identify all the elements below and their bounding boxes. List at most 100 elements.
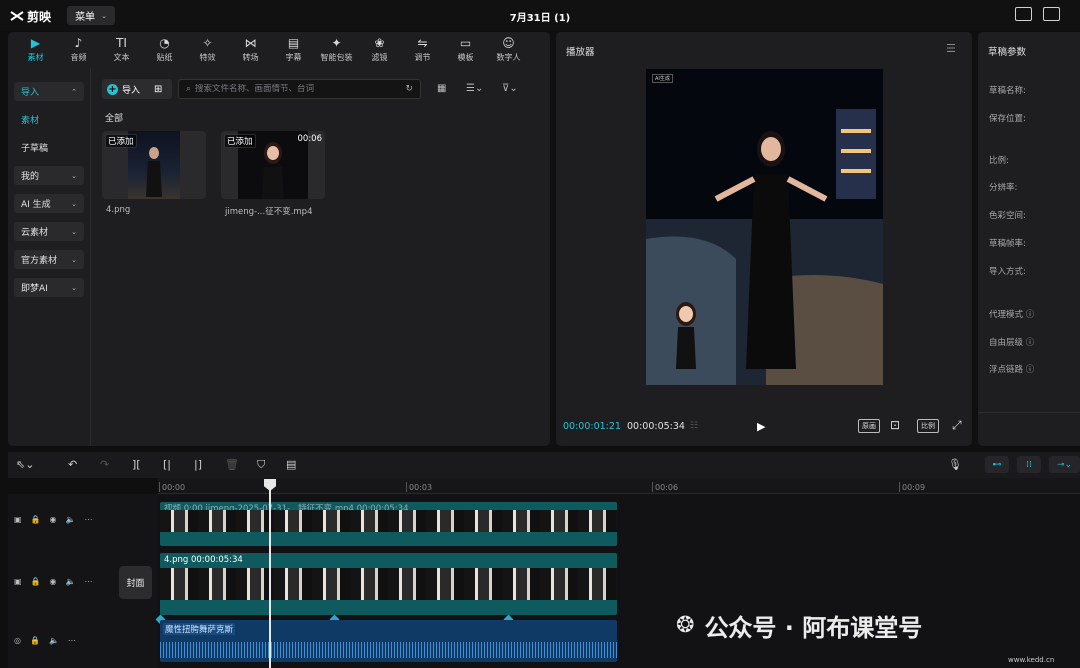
sidebar-item-1[interactable]: 素材 — [14, 110, 84, 129]
tab-0[interactable]: ▶ 素材 — [14, 32, 57, 68]
sidebar-item-7[interactable]: 即梦AI ⌄ — [14, 278, 84, 297]
volume-icon[interactable]: 🔈 — [66, 577, 76, 586]
sidebar-item-6[interactable]: 官方素材 ⌄ — [14, 250, 84, 269]
sidebar-item-4[interactable]: AI 生成 ⌄ — [14, 194, 84, 213]
lock-icon[interactable]: 🔒 — [31, 577, 41, 586]
sidebar-item-2[interactable]: 子草稿 — [14, 138, 84, 157]
tab-1[interactable]: ♪ 音频 — [57, 32, 100, 68]
select-tool-icon[interactable]: ⇖⌄ — [16, 458, 34, 471]
sidebar-item-5[interactable]: 云素材 ⌄ — [14, 222, 84, 241]
original-quality-button[interactable]: 原画 — [858, 419, 880, 433]
chevron-icon: ⌄ — [71, 199, 77, 208]
chevron-icon: ⌄ — [71, 171, 77, 180]
tab-label: 字幕 — [285, 53, 302, 62]
video-clip-1[interactable]: 视频 0:00 jimeng-2025-07-31-...特征不变.mp4 00… — [160, 502, 617, 546]
draft-param-label: 自由层级 ⓘ — [989, 338, 1035, 348]
search-input[interactable] — [195, 84, 396, 94]
sidebar-item-label: 云素材 — [21, 228, 49, 238]
tab-4[interactable]: ✧ 特效 — [186, 32, 229, 68]
video-duration: 00:06 — [297, 134, 323, 144]
hamburger-icon[interactable]: ☰ — [946, 42, 956, 55]
ratio-button[interactable]: 比例 — [917, 419, 939, 433]
tab-7[interactable]: ✦ 智能包装 — [315, 32, 358, 68]
fullscreen-icon[interactable]: ⤢ — [952, 418, 962, 433]
view-mode-icon[interactable]: ▦ — [437, 83, 446, 94]
eye-icon[interactable]: ◉ — [50, 515, 57, 524]
clip-label: 4.png 00:00:05:34 — [164, 555, 243, 565]
more-icon[interactable]: ⋯ — [84, 577, 92, 586]
eye-icon[interactable]: ◉ — [50, 577, 57, 586]
tab-9[interactable]: ⇋ 调节 — [401, 32, 444, 68]
current-time: 00:00:01:21 — [563, 421, 621, 432]
watermark: ❂ 公众号 · 阿布课堂号 — [676, 608, 922, 643]
time-ruler[interactable] — [158, 478, 1080, 494]
draft-param-label: 分辨率: — [989, 183, 1018, 193]
mark-icon[interactable]: ⛉ — [257, 458, 265, 472]
panel-layout-icon[interactable] — [1043, 7, 1060, 21]
sidebar-item-label: 素材 — [21, 116, 40, 126]
linkage-icon[interactable]: ⊸⌄ — [1049, 456, 1080, 473]
tab-2[interactable]: TI 文本 — [100, 32, 143, 68]
sidebar-item-label: 导入 — [21, 88, 40, 98]
auto-snap-icon[interactable]: ⁞⁞ — [1017, 456, 1041, 473]
sort-icon[interactable]: ☰⌄ — [466, 83, 483, 94]
cover-button[interactable]: 封面 — [119, 566, 152, 599]
added-badge: 已添加 — [105, 134, 137, 148]
more-icon[interactable]: ⋯ — [84, 515, 92, 524]
more-icon[interactable]: ⋯ — [68, 636, 76, 645]
screenshot-icon[interactable]: ⊡ — [890, 418, 900, 432]
tab-3[interactable]: ◔ 贴纸 — [143, 32, 186, 68]
tab-11[interactable]: ☺ 数字人 — [487, 32, 530, 68]
split-icon[interactable]: ][ — [132, 458, 141, 471]
tab-icon: ❀ — [374, 36, 385, 50]
timeline-list-icon[interactable]: ☷ — [690, 421, 698, 431]
audio-clip[interactable]: 魔性扭胯舞萨克斯 — [160, 620, 617, 662]
grid-view-icon[interactable]: ⊞ — [154, 84, 162, 95]
sidebar-item-label: AI 生成 — [21, 200, 51, 210]
volume-icon[interactable]: 🔈 — [66, 515, 76, 524]
lock-icon[interactable]: 🔒 — [31, 515, 41, 524]
app-logo-text: 剪映 — [27, 9, 52, 24]
tab-6[interactable]: ▤ 字幕 — [272, 32, 315, 68]
draft-param-label: 代理模式 ⓘ — [989, 310, 1035, 320]
import-button[interactable]: + 导入 ⊞ — [102, 79, 172, 99]
search-box[interactable]: ⌕ ↻ — [178, 79, 421, 99]
playhead[interactable] — [269, 481, 271, 668]
beach-scene-icon — [646, 109, 883, 385]
lock-icon[interactable]: 🔒 — [30, 636, 40, 645]
video-preview[interactable]: AI生成 — [646, 69, 883, 385]
media-item-image[interactable]: 已添加 — [102, 131, 206, 199]
tab-10[interactable]: ▭ 模板 — [444, 32, 487, 68]
sidebar-item-label: 子草稿 — [21, 144, 49, 154]
sidebar-item-0[interactable]: 导入 ⌃ — [14, 82, 84, 101]
volume-icon[interactable]: 🔈 — [49, 636, 59, 645]
menu-button[interactable]: 菜单 ⌄ — [67, 6, 115, 25]
layout-icon[interactable] — [1015, 7, 1032, 21]
tab-icon: ▤ — [287, 36, 300, 50]
split-left-icon[interactable]: [| — [163, 458, 171, 471]
refresh-icon[interactable]: ↻ — [405, 84, 413, 94]
total-time: 00:00:05:34 — [627, 421, 685, 432]
tab-icon: ◔ — [159, 36, 170, 50]
filter-icon[interactable]: ⊽⌄ — [502, 83, 518, 94]
caption-icon[interactable]: ▤ — [286, 458, 296, 471]
redo-icon[interactable]: ↷ — [100, 458, 109, 471]
microphone-icon[interactable]: 🎙 — [948, 458, 962, 471]
undo-icon[interactable]: ↶ — [68, 458, 77, 471]
delete-icon[interactable]: 🗑 — [225, 458, 239, 471]
video-track-icon: ▣ — [14, 515, 22, 524]
tab-icon: ☺ — [502, 36, 515, 50]
main-track-magnet-icon[interactable]: ⊷ — [985, 456, 1009, 473]
tab-5[interactable]: ⋈ 转场 — [229, 32, 272, 68]
split-right-icon[interactable]: |] — [194, 458, 202, 471]
sidebar-item-label: 官方素材 — [21, 256, 58, 266]
sidebar-item-3[interactable]: 我的 ⌄ — [14, 166, 84, 185]
play-button[interactable]: ▶ — [757, 420, 765, 433]
tab-label: 调节 — [414, 53, 431, 62]
media-item-video[interactable]: 已添加 00:06 — [221, 131, 325, 199]
video-clip-main[interactable]: 4.png 00:00:05:34 — [160, 553, 617, 615]
chevron-icon: ⌃ — [71, 87, 77, 96]
draft-param-label: 草稿名称: — [989, 86, 1026, 96]
tab-8[interactable]: ❀ 滤镜 — [358, 32, 401, 68]
tab-label: 特效 — [199, 53, 216, 62]
